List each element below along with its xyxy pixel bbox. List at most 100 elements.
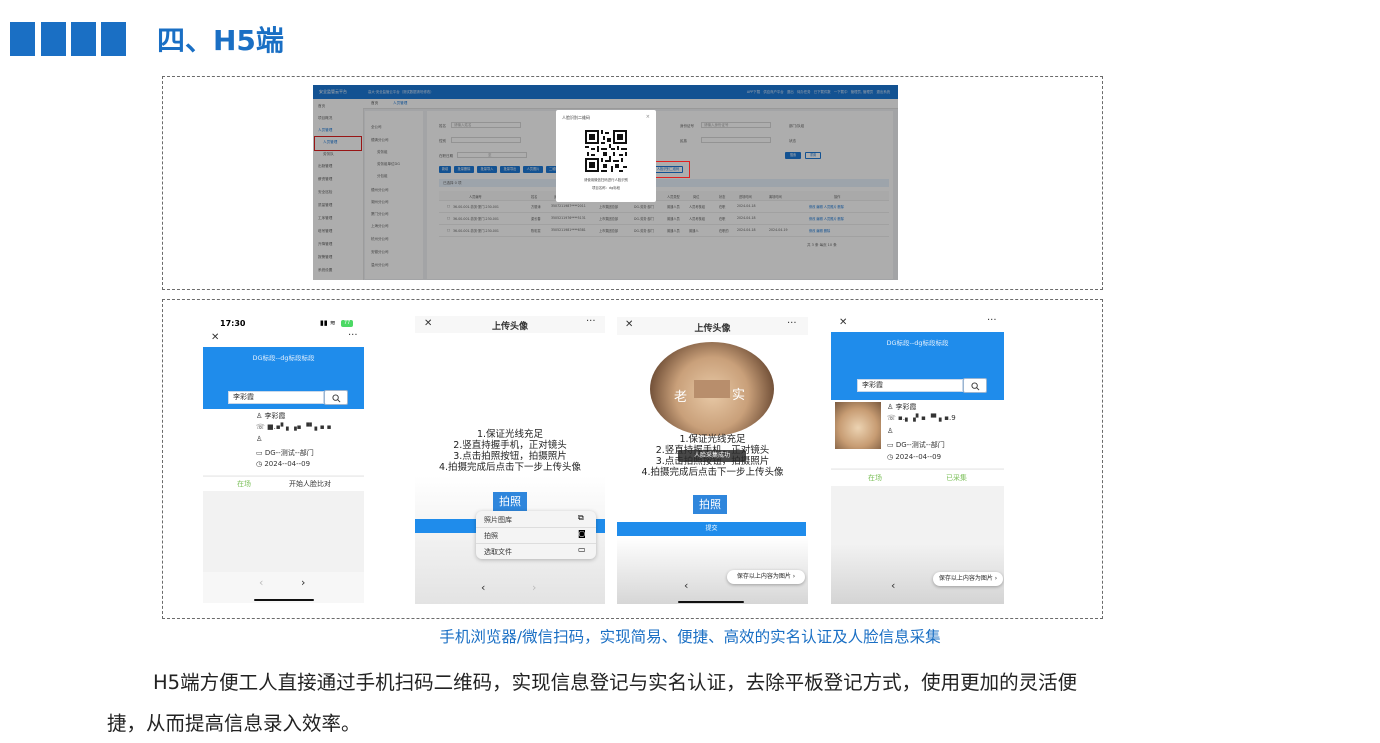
status-time: 17:30 xyxy=(220,319,246,328)
divider xyxy=(476,543,596,544)
start-face-compare-button[interactable]: 开始人脸比对 xyxy=(289,479,331,489)
figure-caption: 手机浏览器/微信扫码，实现简易、便捷、高效的实名认证及人脸信息采集 xyxy=(439,628,941,646)
search-icon xyxy=(332,394,341,403)
back-icon[interactable]: ‹ xyxy=(259,576,263,589)
header-banner: DG标段--dg标段标段 李彩霞 xyxy=(203,347,364,409)
modal-title: 人脸识别二维码 xyxy=(562,115,590,120)
worker-name: ♙ 李彩霞 xyxy=(887,403,917,411)
more-icon[interactable]: ··· xyxy=(987,316,997,326)
modal-hint: 请使用微信扫码进行人脸识别 xyxy=(583,178,629,182)
heading-bar xyxy=(101,22,126,56)
body-paragraph-line: H5端方便工人直接通过手机扫码二维码，实现信息登记与实名认证，去除平板登记方式，… xyxy=(153,671,1078,694)
save-image-button[interactable]: 保存以上内容为图片 › xyxy=(727,570,805,584)
phone-upload-menu-screen: ✕ 上传头像 ··· 1.保证光线充足 2.竖直持握手机，正对镜头 3.点击拍照… xyxy=(415,316,605,604)
save-image-button[interactable]: 保存以上内容为图片 › xyxy=(933,572,1003,586)
more-icon[interactable]: ··· xyxy=(787,318,797,329)
nav-bar: ✕ ··· xyxy=(831,316,1004,332)
nav-bar: ✕ 上传头像 ··· xyxy=(617,317,808,335)
qrcode-image xyxy=(585,130,627,172)
back-icon[interactable]: ‹ xyxy=(481,581,485,594)
search-button[interactable] xyxy=(963,378,987,393)
signal-wifi-icon: ▮▮ ≋ xyxy=(320,319,336,327)
instruction-line: 1.保证光线充足 xyxy=(679,434,746,445)
close-icon[interactable]: × xyxy=(646,114,650,120)
menu-take-photo[interactable]: 拍照 xyxy=(484,531,498,541)
photo-text: 老 xyxy=(674,390,688,405)
worker-date: ◷ 2024--04--09 xyxy=(256,460,311,468)
search-icon xyxy=(971,382,980,391)
page-title: 上传头像 xyxy=(694,324,731,334)
collected-badge: 已采集 xyxy=(946,474,967,482)
status-bar: 17:30 ▮▮ ≋ 77 xyxy=(203,316,364,330)
instruction-line: 1.保证光线充足 xyxy=(476,429,544,440)
project-title: DG标段--dg标段标段 xyxy=(886,339,949,347)
shoot-button[interactable]: 拍照 xyxy=(493,492,527,511)
phone-icon: ☏ xyxy=(256,423,267,431)
home-indicator xyxy=(254,599,314,601)
worker-date: ◷ 2024--04--09 xyxy=(887,453,942,461)
card-actions: 在场 已采集 xyxy=(831,469,1004,486)
user-icon: ♙ xyxy=(256,412,265,420)
card-actions: 在场 开始人脸比对 xyxy=(203,476,364,491)
phone-collected-screen: ✕ ··· DG标段--dg标段标段 李彩霞 ♙ 李彩霞 ☏ ▪.▖▗▘▪ ▝▘… xyxy=(831,316,1004,604)
more-icon[interactable]: ··· xyxy=(586,316,596,327)
shoot-button[interactable]: 拍照 xyxy=(693,495,727,514)
header-banner: DG标段--dg标段标段 李彩霞 xyxy=(831,332,1004,400)
highlight-box xyxy=(652,161,690,178)
instruction-line: 4.拍摄完成后点击下一步上传头像 xyxy=(641,467,784,478)
battery-icon: 77 xyxy=(341,320,353,327)
file-picker-menu: 照片图库 ⧉ 拍照 ◙ 选取文件 ▭ xyxy=(476,511,596,559)
back-icon[interactable]: ‹ xyxy=(891,579,895,592)
nav-bar: ✕ ··· xyxy=(203,330,364,347)
close-icon[interactable]: ✕ xyxy=(211,332,219,343)
worker-name: ♙ 李彩霞 xyxy=(256,412,286,420)
photo-text: 实 xyxy=(732,388,746,403)
folder-icon: ▭ xyxy=(887,441,896,449)
instruction-line: 4.拍摄完成后点击下一步上传头像 xyxy=(438,462,582,473)
forward-icon[interactable]: › xyxy=(301,576,305,589)
instruction-line: 3.点击拍照按钮，拍摄照片 xyxy=(453,451,567,462)
instruction-line: 2.竖直持握手机，正对镜头 xyxy=(453,440,567,451)
search-input[interactable]: 李彩霞 xyxy=(228,391,324,404)
project-title: DG标段--dg标段标段 xyxy=(252,354,315,362)
menu-choose-file[interactable]: 选取文件 xyxy=(484,547,512,557)
menu-photo-library[interactable]: 照片图库 xyxy=(484,515,512,525)
back-icon[interactable]: ‹ xyxy=(684,579,688,592)
nav-bar: ✕ 上传头像 ··· xyxy=(415,316,605,333)
search-button[interactable] xyxy=(324,390,348,405)
worker-dept: ▭ DG--测试--部门 xyxy=(256,449,314,457)
worker-card[interactable]: ♙ 李彩霞 ☏ ■.▪▘▖▗▪ ▝▘▖▪ ▪ ♙ ▭ DG--测试--部门 ◷ … xyxy=(203,409,364,475)
gender-icon: ♙ xyxy=(256,435,263,443)
worker-phone: ☏ ▪.▖▗▘▪ ▝▘▖▪.9 xyxy=(887,414,956,422)
status-badge: 在场 xyxy=(237,480,251,488)
worker-dept: ▭ DG--测试--部门 xyxy=(887,441,945,449)
modal-project: 项目名称：dg标段 xyxy=(591,186,621,190)
search-input[interactable]: 李彩霞 xyxy=(857,379,963,392)
avatar xyxy=(835,402,881,449)
phone-search-screen: 17:30 ▮▮ ≋ 77 ✕ ··· DG标段--dg标段标段 李彩霞 ♙ 李… xyxy=(203,316,364,603)
home-indicator xyxy=(678,601,744,603)
worker-card[interactable]: ♙ 李彩霞 ☏ ▪.▖▗▘▪ ▝▘▖▪.9 ♙ ▭ DG--测试--部门 ◷ 2… xyxy=(831,400,1004,468)
success-toast: 人脸采集成功 xyxy=(678,450,746,462)
gallery-icon: ⧉ xyxy=(578,513,584,522)
close-icon[interactable]: ✕ xyxy=(839,317,847,328)
gender-icon: ♙ xyxy=(887,427,894,435)
body-paragraph-line: 捷，从而提高信息录入效率。 xyxy=(107,712,361,735)
qrcode-modal: 人脸识别二维码 × 请使用微信扫码进行人脸识别 项目名称：dg标段 xyxy=(556,110,656,202)
face-mosaic xyxy=(694,380,730,398)
worker-phone: ☏ ■.▪▘▖▗▪ ▝▘▖▪ ▪ xyxy=(256,423,332,431)
heading-bar xyxy=(10,22,35,56)
browser-toolbar: ‹ › xyxy=(203,572,364,603)
folder-icon: ▭ xyxy=(256,449,265,457)
folder-icon: ▭ xyxy=(578,545,586,554)
submit-button[interactable]: 提交 xyxy=(617,522,806,536)
camera-icon: ◙ xyxy=(578,529,586,538)
page-title: 上传头像 xyxy=(491,322,528,332)
heading-bar xyxy=(41,22,66,56)
more-icon[interactable]: ··· xyxy=(348,330,358,341)
forward-icon[interactable]: › xyxy=(532,581,536,594)
section-title: 四、H5端 xyxy=(157,24,284,57)
user-icon: ♙ xyxy=(887,403,896,411)
divider xyxy=(476,527,596,528)
status-badge: 在场 xyxy=(868,474,882,482)
